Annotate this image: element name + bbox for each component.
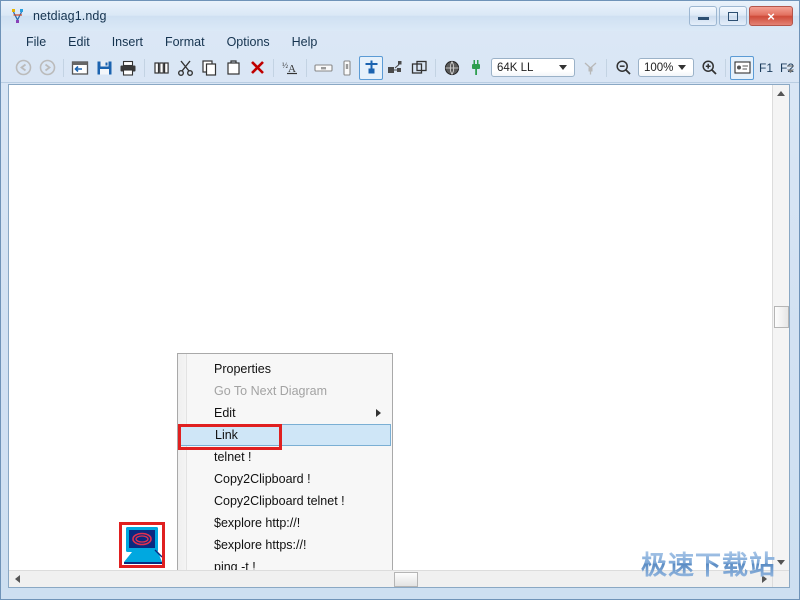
legend-icon[interactable] — [730, 55, 754, 80]
context-menu-item-ping[interactable]: ping -t ! — [178, 556, 392, 570]
toolbar-separator — [306, 58, 307, 77]
close-icon: × — [767, 8, 775, 24]
toolbar-overflow-icon[interactable] — [786, 62, 795, 74]
context-menu-item-label: Copy2Clipboard ! — [214, 472, 311, 486]
toolbar-separator — [273, 58, 274, 77]
menu-item-insert[interactable]: Insert — [101, 32, 154, 52]
context-menu-item-explore-http[interactable]: $explore http://! — [178, 512, 392, 534]
back-icon[interactable] — [11, 56, 35, 80]
context-menu-item-label: ping -t ! — [214, 560, 256, 570]
menu-item-edit[interactable]: Edit — [57, 32, 101, 52]
link-tool-icon[interactable] — [578, 56, 602, 80]
link-speed-select[interactable]: 64K LL — [491, 58, 575, 77]
group-icon[interactable] — [383, 56, 407, 80]
context-menu-item-label: telnet ! — [214, 450, 252, 464]
context-menu-item-label: Edit — [214, 406, 236, 420]
context-menu-list: Properties Go To Next Diagram Edit Link … — [178, 358, 392, 570]
minimize-button[interactable] — [689, 6, 717, 26]
database-icon[interactable] — [149, 56, 173, 80]
font-icon[interactable]: ½A — [278, 56, 302, 80]
window-title: netdiag1.ndg — [33, 9, 107, 23]
column-icon[interactable] — [335, 56, 359, 80]
cut-icon[interactable] — [173, 56, 197, 80]
zoom-value: 100% — [644, 61, 674, 74]
delete-icon[interactable] — [245, 56, 269, 80]
context-menu-item-label: Go To Next Diagram — [214, 384, 328, 398]
zoom-select[interactable]: 100% — [638, 58, 694, 77]
chevron-down-icon — [559, 65, 567, 70]
submenu-arrow-icon — [376, 409, 381, 417]
title-bar[interactable]: netdiag1.ndg × — [1, 1, 799, 31]
chevron-down-icon — [678, 65, 686, 70]
toolbar-separator — [435, 58, 436, 77]
maximize-button[interactable] — [719, 6, 747, 26]
connector-icon[interactable] — [464, 56, 488, 80]
toolbar-separator — [725, 58, 726, 77]
diagram-canvas[interactable]: Workgroup Di Properties Go To Next Diagr… — [9, 85, 772, 570]
duplicate-icon[interactable] — [407, 56, 431, 80]
menu-item-file[interactable]: File — [15, 32, 57, 52]
paste-icon[interactable] — [221, 56, 245, 80]
node-selection-outline — [119, 522, 165, 568]
copy-icon[interactable] — [197, 56, 221, 80]
toolbar: ½A 64K LL 100% F1 F2 — [1, 53, 799, 83]
print-icon[interactable] — [116, 56, 140, 80]
forward-icon[interactable] — [35, 56, 59, 80]
horizontal-scrollbar-thumb[interactable] — [394, 572, 418, 587]
context-menu-item-label: $explore https://! — [214, 538, 307, 552]
fkey-f1[interactable]: F1 — [759, 61, 773, 75]
context-menu-item-copy2clipboard[interactable]: Copy2Clipboard ! — [178, 468, 392, 490]
zoom-out-icon[interactable] — [611, 56, 635, 80]
vertical-scrollbar-thumb[interactable] — [774, 306, 789, 328]
scroll-left-button[interactable] — [9, 571, 25, 587]
site-watermark: 极速下载站 — [641, 545, 776, 582]
context-menu-item-label: Properties — [214, 362, 271, 376]
context-menu-item-copy2clipboard-telnet[interactable]: Copy2Clipboard telnet ! — [178, 490, 392, 512]
add-node-icon[interactable] — [359, 55, 383, 80]
context-menu-item-edit[interactable]: Edit — [178, 402, 392, 424]
chevron-up-icon — [777, 90, 785, 96]
save-icon[interactable] — [92, 56, 116, 80]
context-menu-item-properties[interactable]: Properties — [178, 358, 392, 380]
level-icon[interactable] — [311, 56, 335, 80]
zoom-in-icon[interactable] — [697, 56, 721, 80]
open-icon[interactable] — [68, 56, 92, 80]
diagram-node[interactable]: Workgroup Di — [119, 522, 165, 568]
chevron-left-icon — [14, 575, 20, 583]
menu-item-help[interactable]: Help — [281, 32, 329, 52]
close-button[interactable]: × — [749, 6, 793, 26]
vertical-scrollbar[interactable] — [772, 85, 789, 570]
link-speed-value: 64K LL — [497, 61, 534, 74]
context-menu-item-explore-https[interactable]: $explore https://! — [178, 534, 392, 556]
scroll-up-button[interactable] — [773, 85, 789, 101]
toolbar-separator — [63, 58, 64, 77]
menu-bar: File Edit Insert Format Options Help — [1, 31, 799, 53]
context-menu-item-label: Link — [215, 428, 238, 442]
application-window: netdiag1.ndg × File Edit Insert Format O… — [0, 0, 800, 600]
network-diagram-icon — [9, 7, 27, 25]
context-menu-item-label: Copy2Clipboard telnet ! — [214, 494, 345, 508]
globe-icon[interactable] — [440, 56, 464, 80]
context-menu[interactable]: Properties Go To Next Diagram Edit Link … — [177, 353, 393, 570]
chevron-down-icon — [777, 559, 785, 565]
context-menu-item-link[interactable]: Link — [179, 424, 391, 446]
menu-item-format[interactable]: Format — [154, 32, 216, 52]
window-controls: × — [689, 6, 793, 26]
menu-item-options[interactable]: Options — [216, 32, 281, 52]
document-area: Workgroup Di Properties Go To Next Diagr… — [8, 84, 790, 588]
context-menu-item-label: $explore http://! — [214, 516, 301, 530]
toolbar-separator — [144, 58, 145, 77]
context-menu-item-telnet[interactable]: telnet ! — [178, 446, 392, 468]
toolbar-separator — [606, 58, 607, 77]
context-menu-item-go-to-next-diagram: Go To Next Diagram — [178, 380, 392, 402]
